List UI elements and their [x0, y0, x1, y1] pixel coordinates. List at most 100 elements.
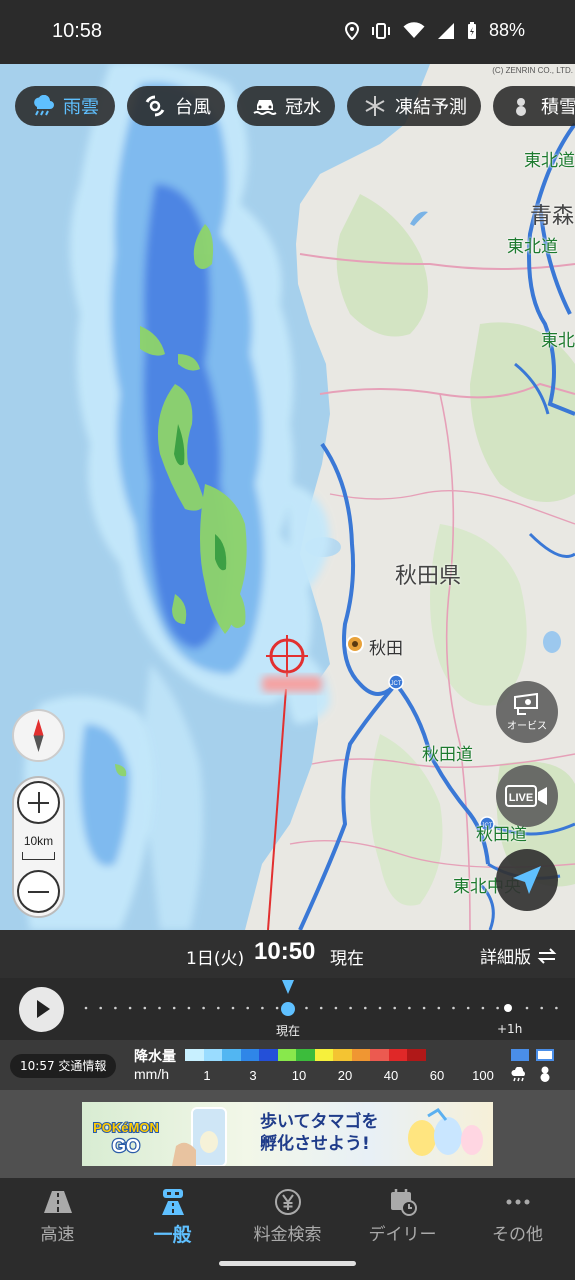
legend-color-swatch	[407, 1049, 426, 1061]
chip-label: 冠水	[285, 97, 321, 118]
legend-title: 降水量	[134, 1049, 176, 1065]
app-root: 10:58 88% JCT JCT (C) ZENRIN CO., LTD. 青…	[0, 0, 575, 1280]
time-now-label: 現在	[330, 949, 364, 969]
current-location-button[interactable]	[496, 849, 558, 911]
legend-rain-icon	[511, 1067, 525, 1082]
legend-color-swatch	[351, 1049, 370, 1061]
radar-basemap: JCT JCT	[0, 64, 575, 930]
map-view[interactable]: JCT JCT (C) ZENRIN CO., LTD. 青森 秋田県 秋田 東…	[0, 64, 575, 930]
timeline-tick	[187, 1006, 191, 1010]
orbis-label: オービス	[507, 720, 547, 732]
zoom-out-button[interactable]	[17, 870, 60, 913]
signal-icon	[437, 22, 454, 39]
chip-snow[interactable]: 積雪	[493, 86, 575, 126]
chip-typhoon[interactable]: 台風	[127, 86, 225, 126]
highway-icon	[43, 1188, 73, 1216]
nav-label: 高速	[40, 1225, 75, 1245]
precipitation-legend: 10:57 交通情報 降水量 mm/h 1 3 10 20 40 60 100	[0, 1040, 575, 1090]
swap-arrows-icon	[537, 947, 557, 964]
legend-color-swatch	[388, 1049, 407, 1061]
legend-color-swatch	[185, 1049, 204, 1061]
timeline-tick	[128, 1006, 132, 1010]
legend-color-swatch	[277, 1049, 296, 1061]
timeline-tick	[261, 1006, 264, 1010]
nav-label: 一般	[153, 1224, 192, 1246]
legend-color-swatch	[240, 1049, 259, 1061]
detail-version-button[interactable]: 詳細版	[480, 943, 557, 968]
nav-toll-search[interactable]: 料金検索	[230, 1178, 345, 1258]
timeline-tick	[99, 1006, 102, 1010]
svg-text:JCT: JCT	[391, 681, 402, 687]
chip-freeze[interactable]: 凍結予測	[347, 86, 481, 126]
timeline-tick	[84, 1006, 88, 1010]
ad-text: 歩いてタマゴを 孵化させよう!	[260, 1112, 379, 1154]
map-copyright: (C) ZENRIN CO., LTD.	[492, 66, 573, 75]
timeline-tick	[437, 1006, 441, 1010]
timeline-tick	[319, 1006, 323, 1010]
zoom-in-button[interactable]	[17, 781, 60, 824]
timeline-tick	[305, 1006, 308, 1010]
timeline-tick	[496, 1006, 499, 1010]
scale-bar	[22, 852, 55, 860]
legend-value: 3	[249, 1068, 257, 1083]
compass-button[interactable]	[12, 709, 65, 762]
rain-cloud-icon	[31, 94, 55, 118]
legend-value: 10	[291, 1068, 307, 1083]
legend-color-scale	[185, 1049, 426, 1061]
legend-value: 40	[383, 1068, 399, 1083]
timeline-tick	[349, 1006, 352, 1010]
legend-color-swatch	[314, 1049, 333, 1061]
legend-value: 20	[337, 1068, 353, 1083]
battery-icon	[467, 21, 476, 39]
nav-label: デイリー	[368, 1225, 437, 1245]
timeline-tick	[202, 1006, 205, 1010]
chip-label: 凍結予測	[395, 97, 467, 118]
timeline-tick	[555, 1006, 558, 1010]
yen-icon	[273, 1188, 303, 1216]
egg-incubator-illustration	[408, 1108, 483, 1156]
phone-illustration	[172, 1107, 227, 1166]
legend-color-swatch	[370, 1049, 389, 1061]
gesture-bar[interactable]	[219, 1261, 356, 1266]
nav-highway[interactable]: 高速	[0, 1178, 115, 1258]
nav-label: その他	[492, 1225, 543, 1245]
timeline: 現在 +1h	[0, 978, 575, 1040]
timeline-tick	[525, 1006, 529, 1010]
map-label-aomori: 青森	[530, 204, 575, 229]
location-icon	[344, 21, 359, 40]
nav-other[interactable]: その他	[460, 1178, 575, 1258]
calendar-clock-icon	[388, 1188, 418, 1216]
ad-banner[interactable]: POKéMON GO 歩いてタマゴを 孵化させよう!	[82, 1102, 493, 1166]
map-label-tohoku-1: 東北道	[524, 151, 575, 171]
legend-snow-box	[536, 1049, 554, 1061]
svg-text:POKéMON: POKéMON	[93, 1120, 159, 1135]
orbis-button[interactable]: オービス	[496, 681, 558, 743]
timeline-tick	[172, 1006, 176, 1010]
flooded-car-icon	[253, 94, 277, 118]
timeline-tick	[364, 1006, 367, 1010]
map-label-akita-road-1: 秋田道	[422, 745, 473, 765]
chip-label: 雨雲	[63, 97, 99, 118]
map-label-akita-city: 秋田	[369, 639, 403, 659]
live-label: LIVE	[509, 792, 533, 804]
chip-rain-cloud[interactable]: 雨雲	[15, 86, 115, 126]
timeline-tick	[275, 1006, 279, 1010]
traffic-info-pill[interactable]: 10:57 交通情報	[10, 1054, 117, 1078]
timeline-tick	[217, 1006, 220, 1010]
chip-flood[interactable]: 冠水	[237, 86, 335, 126]
nav-daily[interactable]: デイリー	[345, 1178, 460, 1258]
timeline-tick	[158, 1006, 161, 1010]
legend-snow-icon	[540, 1066, 550, 1082]
battery-percent: 88%	[488, 20, 525, 40]
timeline-tick	[114, 1006, 117, 1010]
nav-label: 料金検索	[253, 1225, 322, 1245]
snowman-icon	[509, 94, 533, 118]
timeline-tick	[466, 1006, 470, 1010]
live-camera-button[interactable]: LIVE	[496, 765, 558, 827]
chip-label: 台風	[175, 97, 211, 118]
map-label-akita-pref: 秋田県	[395, 564, 462, 589]
typhoon-icon	[143, 94, 167, 118]
legend-color-swatch	[222, 1049, 241, 1061]
time-date: 1日(火)	[186, 949, 245, 969]
nav-general[interactable]: 一般	[115, 1178, 230, 1258]
